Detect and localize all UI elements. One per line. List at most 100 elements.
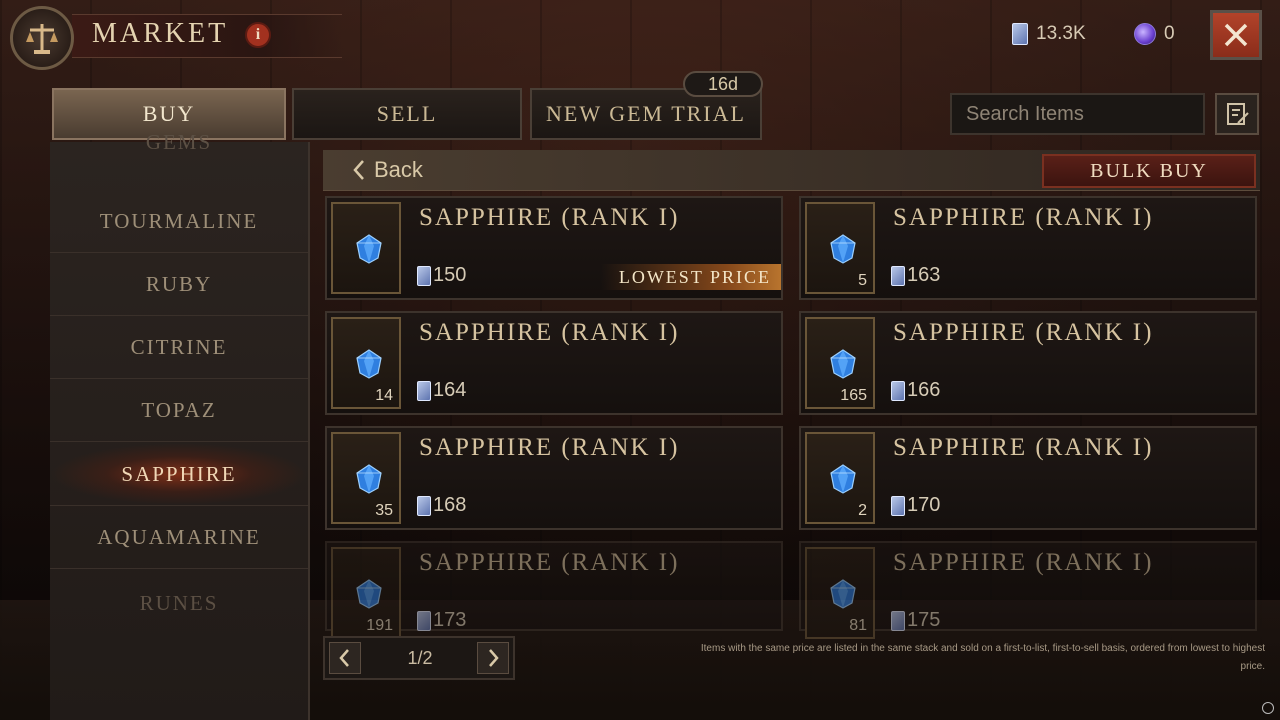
sapphire-gem-icon <box>830 349 856 379</box>
listing-card[interactable]: 14 SAPPHIRE (RANK I) 164 <box>325 311 783 415</box>
next-page-button[interactable] <box>477 642 509 674</box>
sidebar-item-tourmaline[interactable]: TOURMALINE <box>50 190 308 253</box>
close-icon <box>1224 23 1248 47</box>
stack-quantity: 81 <box>849 617 867 634</box>
sidebar-item-citrine[interactable]: CITRINE <box>50 316 308 379</box>
back-button[interactable]: Back <box>352 155 423 185</box>
price-value: 166 <box>907 379 941 401</box>
sidebar-item-sapphire[interactable]: SAPPHIRE <box>50 443 308 506</box>
platinum-icon <box>891 380 905 401</box>
item-thumbnail: 165 <box>805 317 875 409</box>
item-name: SAPPHIRE (RANK I) <box>893 434 1154 461</box>
pagination: 1/2 <box>323 636 515 680</box>
stack-quantity: 5 <box>858 272 867 289</box>
item-price: 164 <box>417 379 466 402</box>
market-footnote: Items with the same price are listed in … <box>700 643 1265 672</box>
tab-sell[interactable]: SELL <box>292 88 522 140</box>
item-name: SAPPHIRE (RANK I) <box>419 549 680 576</box>
price-value: 170 <box>907 494 941 516</box>
sapphire-gem-icon <box>830 579 856 609</box>
chevron-left-icon <box>339 649 349 667</box>
listing-card[interactable]: 2 SAPPHIRE (RANK I) 170 <box>799 426 1257 530</box>
item-thumbnail <box>331 202 401 294</box>
listing-card[interactable]: 165 SAPPHIRE (RANK I) 166 <box>799 311 1257 415</box>
page-title: MARKET <box>92 18 229 49</box>
chevron-left-icon <box>353 160 364 180</box>
settings-icon[interactable] <box>1262 702 1274 714</box>
item-name: SAPPHIRE (RANK I) <box>893 319 1154 346</box>
stack-quantity: 14 <box>375 387 393 404</box>
filter-icon <box>1227 103 1249 125</box>
item-name: SAPPHIRE (RANK I) <box>893 204 1154 231</box>
sidebar-item-topaz[interactable]: TOPAZ <box>50 379 308 442</box>
bulk-buy-button[interactable]: BULK BUY <box>1042 154 1256 188</box>
price-value: 164 <box>433 379 467 401</box>
price-value: 168 <box>433 494 467 516</box>
listing-card[interactable]: 35 SAPPHIRE (RANK I) 168 <box>325 426 783 530</box>
price-value: 173 <box>433 609 467 631</box>
item-thumbnail: 191 <box>331 547 401 639</box>
platinum-icon <box>891 495 905 516</box>
prev-page-button[interactable] <box>329 642 361 674</box>
sidebar-item-gems[interactable]: GEMS <box>50 122 308 162</box>
platinum-icon <box>417 265 431 286</box>
sapphire-gem-icon <box>356 349 382 379</box>
listing-card[interactable]: 81 SAPPHIRE (RANK I) 175 <box>799 541 1257 639</box>
item-price: 173 <box>417 609 466 632</box>
item-thumbnail: 5 <box>805 202 875 294</box>
trial-timer-badge: 16d <box>683 71 763 97</box>
scales-icon <box>10 6 74 70</box>
listing-card[interactable]: SAPPHIRE (RANK I) 150 LOWEST PRICE <box>325 196 783 300</box>
platinum-icon <box>891 610 905 631</box>
item-thumbnail: 14 <box>331 317 401 409</box>
sidebar-item-aquamarine[interactable]: AQUAMARINE <box>50 506 308 569</box>
sapphire-gem-icon <box>830 234 856 264</box>
info-button[interactable]: i <box>245 22 271 48</box>
item-name: SAPPHIRE (RANK I) <box>419 434 680 461</box>
item-name: SAPPHIRE (RANK I) <box>893 549 1154 576</box>
stack-quantity: 191 <box>366 617 393 634</box>
orb-amount: 0 <box>1164 23 1175 44</box>
orb-balance: 0 <box>1134 20 1175 48</box>
item-name: SAPPHIRE (RANK I) <box>419 204 680 231</box>
sapphire-gem-icon <box>356 234 382 264</box>
platinum-icon <box>891 265 905 286</box>
filter-button[interactable] <box>1215 93 1259 135</box>
item-price: 166 <box>891 379 940 402</box>
category-sidebar: GEMS TOURMALINE RUBY CITRINE TOPAZ SAPPH… <box>50 130 310 720</box>
item-name: SAPPHIRE (RANK I) <box>419 319 680 346</box>
platinum-icon <box>417 495 431 516</box>
item-thumbnail: 35 <box>331 432 401 524</box>
price-value: 150 <box>433 264 467 286</box>
sapphire-gem-icon <box>356 579 382 609</box>
price-value: 175 <box>907 609 941 631</box>
sapphire-gem-icon <box>356 464 382 494</box>
stack-quantity: 2 <box>858 502 867 519</box>
item-price: 175 <box>891 609 940 632</box>
orb-icon <box>1134 23 1156 45</box>
stack-quantity: 165 <box>840 387 867 404</box>
item-thumbnail: 81 <box>805 547 875 639</box>
sapphire-gem-icon <box>830 464 856 494</box>
page-indicator: 1/2 <box>407 648 433 668</box>
platinum-amount: 13.3K <box>1036 23 1086 44</box>
platinum-icon <box>1012 23 1028 45</box>
stack-quantity: 35 <box>375 502 393 519</box>
sidebar-item-runes[interactable]: RUNES <box>50 572 308 634</box>
item-price: 163 <box>891 264 940 287</box>
listing-card[interactable]: 5 SAPPHIRE (RANK I) 163 <box>799 196 1257 300</box>
price-value: 163 <box>907 264 941 286</box>
item-thumbnail: 2 <box>805 432 875 524</box>
platinum-balance: 13.3K <box>1012 20 1086 48</box>
platinum-icon <box>417 380 431 401</box>
search-input[interactable] <box>960 94 1233 134</box>
back-label: Back <box>374 157 423 182</box>
search-box[interactable] <box>950 93 1233 135</box>
item-price: 168 <box>417 494 466 517</box>
listing-card[interactable]: 191 SAPPHIRE (RANK I) 173 <box>325 541 783 639</box>
platinum-icon <box>417 610 431 631</box>
item-price: 170 <box>891 494 940 517</box>
item-price: 150 <box>417 264 466 287</box>
close-button[interactable] <box>1210 10 1262 60</box>
sidebar-item-ruby[interactable]: RUBY <box>50 253 308 316</box>
